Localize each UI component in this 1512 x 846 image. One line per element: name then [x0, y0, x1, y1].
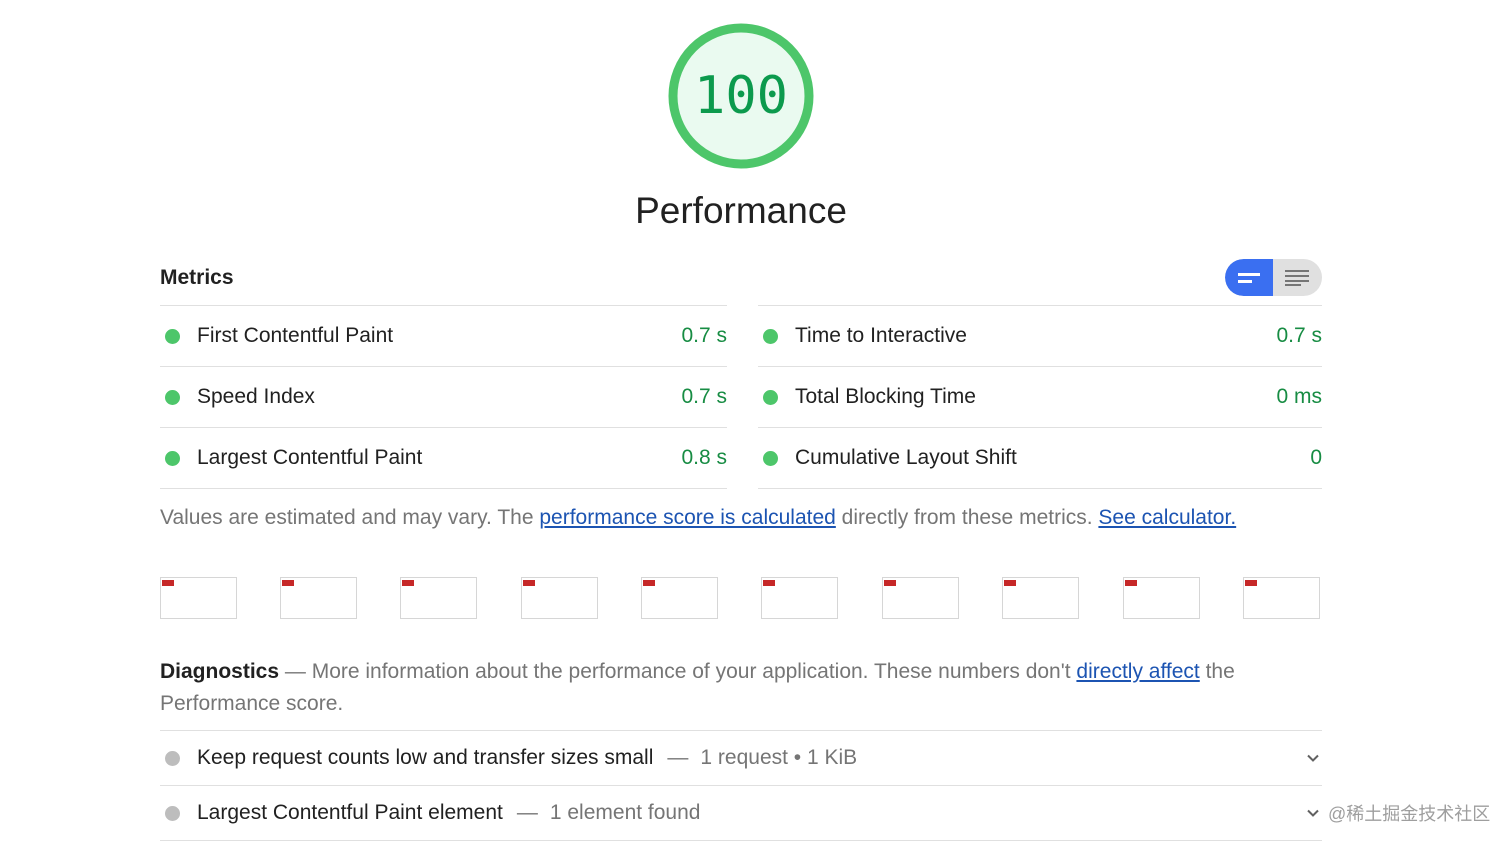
see-calculator-link[interactable]: See calculator.: [1098, 506, 1236, 529]
audit-separator: —: [516, 801, 538, 824]
audit-detail: 1 element found: [549, 801, 701, 824]
metrics-column-left: First Contentful Paint 0.7 s Speed Index…: [160, 305, 727, 489]
chevron-down-icon[interactable]: [1306, 806, 1320, 820]
watermark: @稀土掘金技术社区: [1328, 804, 1491, 824]
informative-status-icon: [165, 750, 180, 766]
category-title: Performance: [635, 190, 847, 231]
metric-label: Time to Interactive: [795, 324, 967, 347]
metrics-view-toggle[interactable]: [1225, 259, 1322, 296]
list-detail-icon: [1285, 269, 1309, 286]
filmstrip-frame: [1123, 577, 1200, 619]
metric-cumulative-layout-shift: Cumulative Layout Shift 0: [758, 427, 1322, 489]
chevron-down-icon[interactable]: [1306, 751, 1320, 765]
score-calculated-link[interactable]: performance score is calculated: [539, 506, 835, 529]
metric-label: Largest Contentful Paint: [197, 446, 423, 469]
filmstrip-frame: [521, 577, 598, 619]
audit-title: Largest Contentful Paint element: [197, 801, 503, 824]
score-value: 100: [694, 66, 788, 126]
metric-label: Speed Index: [197, 385, 315, 408]
metric-label: Cumulative Layout Shift: [795, 446, 1017, 469]
diagnostics-description: More information about the performance o…: [160, 660, 1235, 715]
audit-title: Keep request counts low and transfer siz…: [197, 746, 654, 769]
performance-score-gauge: 100: [666, 21, 816, 171]
audit-separator: —: [667, 746, 689, 769]
pass-status-icon: [763, 328, 778, 344]
informative-status-icon: [165, 805, 180, 821]
metric-largest-contentful-paint: Largest Contentful Paint 0.8 s: [160, 427, 727, 489]
pass-status-icon: [165, 450, 180, 466]
metric-value: 0.7 s: [681, 385, 727, 408]
metric-total-blocking-time: Total Blocking Time 0 ms: [758, 366, 1322, 427]
metric-value: 0: [1310, 446, 1322, 469]
metric-value: 0.7 s: [1276, 324, 1322, 347]
metrics-disclaimer: Values are estimated and may vary. The p…: [160, 506, 1236, 530]
filmstrip-frame: [641, 577, 718, 619]
audit-detail: 1 request • 1 KiB: [700, 746, 858, 769]
metric-label: Total Blocking Time: [795, 385, 976, 408]
summary-view-button[interactable]: [1225, 259, 1273, 296]
diagnostics-dash: —: [279, 660, 312, 683]
metric-value: 0.8 s: [681, 446, 727, 469]
metrics-header: Metrics: [160, 266, 234, 289]
filmstrip-frame: [882, 577, 959, 619]
bars-summary-icon: [1238, 272, 1260, 283]
pass-status-icon: [763, 450, 778, 466]
audit-resource-summary[interactable]: Keep request counts low and transfer siz…: [160, 730, 1322, 785]
diagnostics-header: Diagnostics — More information about the…: [160, 656, 1290, 720]
diagnostics-desc-prefix: More information about the performance o…: [311, 660, 1077, 683]
metric-time-to-interactive: Time to Interactive 0.7 s: [758, 305, 1322, 366]
pass-status-icon: [763, 389, 778, 405]
metrics-column-right: Time to Interactive 0.7 s Total Blocking…: [758, 305, 1322, 489]
metric-speed-index: Speed Index 0.7 s: [160, 366, 727, 427]
pass-status-icon: [165, 389, 180, 405]
pass-status-icon: [165, 328, 180, 344]
metric-value: 0.7 s: [681, 324, 727, 347]
filmstrip-frame: [400, 577, 477, 619]
diagnostics-title: Diagnostics: [160, 660, 280, 683]
filmstrip-frame: [1002, 577, 1079, 619]
note-middle: directly from these metrics.: [835, 506, 1099, 529]
filmstrip-frame: [280, 577, 357, 619]
note-prefix: Values are estimated and may vary. The: [160, 506, 540, 529]
metric-value: 0 ms: [1276, 385, 1322, 408]
diagnostics-audit-list: Keep request counts low and transfer siz…: [160, 730, 1322, 841]
detail-view-button[interactable]: [1273, 259, 1321, 296]
audit-largest-contentful-paint-element[interactable]: Largest Contentful Paint element — 1 ele…: [160, 785, 1322, 841]
directly-affect-link[interactable]: directly affect: [1076, 660, 1199, 683]
metric-label: First Contentful Paint: [197, 324, 394, 347]
filmstrip-frame: [160, 577, 237, 619]
filmstrip-frame: [1243, 577, 1320, 619]
filmstrip-frame: [761, 577, 838, 619]
lighthouse-report: 100 Performance Metrics First Contentful…: [0, 0, 1512, 846]
metric-first-contentful-paint: First Contentful Paint 0.7 s: [160, 305, 727, 366]
